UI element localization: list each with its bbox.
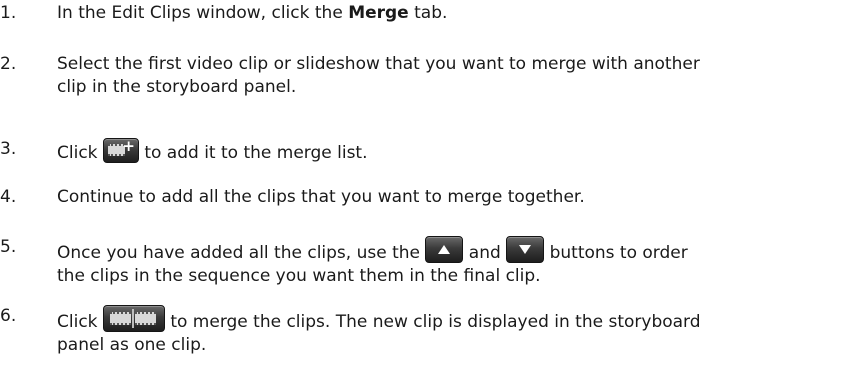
step-number: 2. [0, 54, 17, 74]
step-number: 6. [0, 306, 17, 326]
merge-clips-icon [102, 305, 165, 332]
step-text-part: In the Edit Clips window, click the [57, 3, 349, 23]
step-text: Once you have added all the clips, use t… [57, 236, 847, 288]
step-text-line: clip in the storyboard panel. [57, 77, 297, 97]
step-text-part: and [463, 243, 507, 263]
step-number: 5. [0, 237, 17, 257]
step-text-part: Once you have added all the clips, use t… [57, 243, 426, 263]
step-number: 3. [0, 139, 17, 159]
step-text-part: Click [57, 312, 103, 332]
add-to-merge-list-icon: + [102, 138, 139, 163]
step-text-line: the clips in the sequence you want them … [57, 266, 541, 286]
step-text: Continue to add all the clips that you w… [57, 186, 847, 209]
step-number: 4. [0, 187, 17, 207]
step-text-part: to add it to the merge list. [138, 143, 368, 163]
step-text: In the Edit Clips window, click the Merg… [57, 2, 847, 25]
step-number: 1. [0, 3, 17, 23]
merge-tab-label: Merge [348, 3, 409, 23]
step-text: Click + to add it to the merge list. [57, 138, 847, 165]
move-down-icon [506, 236, 545, 263]
step-text-part: tab. [408, 3, 448, 23]
move-up-icon [425, 236, 464, 263]
step-text-part: to merge the clips. The new clip is disp… [164, 312, 701, 332]
step-text-part: Click [57, 143, 103, 163]
step-text-line: Select the first video clip or slideshow… [57, 54, 700, 74]
step-text: Select the first video clip or slideshow… [57, 53, 847, 99]
step-text: Click to merge the clips. The new clip i… [57, 305, 847, 357]
step-text-part: buttons to order [544, 243, 688, 263]
step-text-line: panel as one clip. [57, 335, 207, 355]
step-text-line: Continue to add all the clips that you w… [57, 187, 585, 207]
